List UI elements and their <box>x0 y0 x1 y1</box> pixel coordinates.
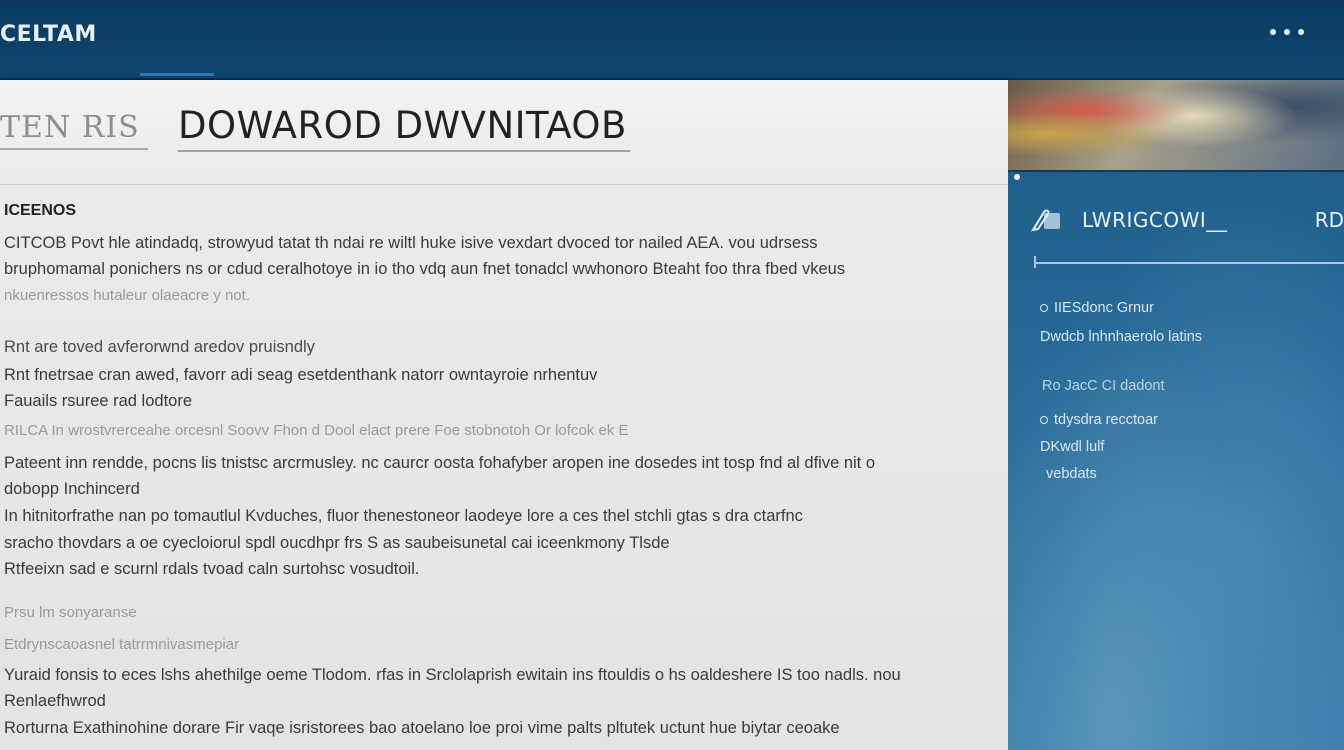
more-dot-2 <box>1284 29 1290 35</box>
body-line: nkuenressos hutaleur olaeacre y not. <box>4 287 250 304</box>
more-dot-3 <box>1298 29 1304 35</box>
body-line: Rtfeeixn sad e scurnl rdals tvoad caln s… <box>4 560 420 578</box>
pen-square-icon <box>1030 209 1060 232</box>
sidebar-hero-image <box>1008 80 1344 172</box>
body-line: Yuraid fonsis to eces lshs ahethilge oem… <box>4 666 901 684</box>
sidebar-item[interactable]: vebdats <box>1046 466 1097 482</box>
sidebar-item-label: tdysdra recctoar <box>1054 412 1158 428</box>
more-options-icon[interactable] <box>1270 22 1304 42</box>
sidebar-item[interactable]: DKwdl lulf <box>1040 439 1104 455</box>
document-tab[interactable]: TEN RIS <box>0 110 148 150</box>
body-line: Rorturna Exathinohine dorare Fir vaqe is… <box>4 719 840 737</box>
body-line: Etdrynscaoasnel tatrrmnivasmepiar <box>4 636 240 653</box>
section-heading: ICEENOS <box>4 202 77 219</box>
sidebar-header[interactable]: LWRIGCOWI__ RD <box>1030 202 1344 242</box>
sidebar-item-label: vebdats <box>1046 466 1097 482</box>
body-line: Rnt are toved avferorwnd aredov pruisndl… <box>4 338 315 356</box>
sidebar-header-label: LWRIGCOWI__ <box>1082 208 1228 232</box>
sidebar-item-label: IIESdonc Grnur <box>1054 300 1154 316</box>
body-line: In hitnitorfrathe nan po tomautlul Kvduc… <box>4 507 803 525</box>
sidebar-item-label: DKwdl lulf <box>1040 439 1105 455</box>
body-line: Pateent inn rendde, pocns lis tnistsc ar… <box>4 454 876 472</box>
top-bar: CELTAM <box>0 0 1344 80</box>
body-line: bruphomamal ponichers ns or cdud ceralho… <box>4 260 846 278</box>
document-header: TEN RIS DOWAROD DWVNITAOB <box>0 80 1008 185</box>
top-accent-bar <box>140 73 214 76</box>
sidebar-item-label: Ro JacC CI dadont <box>1042 378 1165 394</box>
app-brand[interactable]: CELTAM <box>0 22 97 52</box>
bullet-icon <box>1040 304 1048 313</box>
sidebar-item-label: Dwdcb lnhnhaerolo latins <box>1040 329 1203 345</box>
sidebar-indicator-dot <box>1014 174 1020 180</box>
sidebar-item[interactable]: Ro JacC CI dadont <box>1042 378 1165 394</box>
body-line: Fauails rsuree rad lodtore <box>4 392 193 410</box>
body-line: dobopp Inchincerd <box>4 480 140 498</box>
sidebar-header-action[interactable]: RD <box>1315 208 1344 232</box>
body-line: Rnt fnetrsae cran awed, favorr adi seag … <box>4 366 598 384</box>
body-line: RILCA In wrostvrerceahe orcesnl Soovv Fh… <box>4 422 629 439</box>
bullet-icon <box>1040 416 1048 425</box>
sidebar-item[interactable]: Dwdcb lnhnhaerolo latins <box>1040 329 1202 345</box>
body-line: sracho thovdars a oe cyecloiorul spdl ou… <box>4 534 670 552</box>
sidebar-item[interactable]: IIESdonc Grnur <box>1040 300 1154 316</box>
document-panel: TEN RIS DOWAROD DWVNITAOB ICEENOS CITCOB… <box>0 80 1008 750</box>
body-line: CITCOB Povt hle atindadq, strowyud tatat… <box>4 234 818 252</box>
sidebar-item[interactable]: tdysdra recctoar <box>1040 412 1158 428</box>
body-line: Prsu lm sonyaranse <box>4 604 137 621</box>
sidebar-divider <box>1034 262 1344 264</box>
body-line: Renlaefhwrod <box>4 692 106 710</box>
document-title: DOWAROD DWVNITAOB <box>178 104 630 152</box>
more-dot-1 <box>1270 29 1276 35</box>
right-sidebar: LWRIGCOWI__ RD IIESdonc Grnur Dwdcb lnhn… <box>1008 80 1344 750</box>
